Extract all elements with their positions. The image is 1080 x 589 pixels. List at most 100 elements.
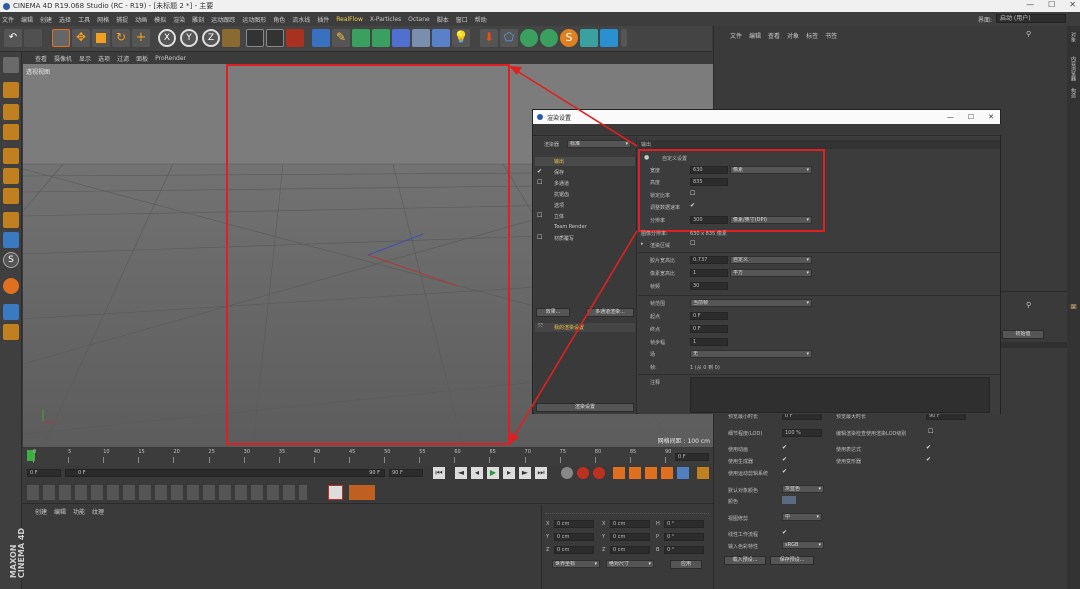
minimize-button[interactable]: — [1026, 0, 1034, 9]
nav-team-render[interactable]: Team Render [554, 224, 587, 230]
make-editable-icon[interactable] [3, 57, 19, 73]
obj-menu-tags[interactable]: 标签 [806, 31, 818, 40]
coord-value-field[interactable]: 0 cm [610, 533, 650, 541]
render-setting-button[interactable]: 渲染设置 [536, 403, 634, 412]
workplane-icon[interactable] [3, 124, 19, 140]
z-axis-icon[interactable]: Z [202, 29, 220, 47]
prev-key-icon[interactable]: ◄ [455, 467, 467, 479]
vp-menu-display[interactable]: 显示 [79, 54, 91, 63]
tool-square-icon[interactable] [600, 29, 618, 47]
menu-create[interactable]: 创建 [40, 15, 52, 24]
octane-icon[interactable]: S [560, 29, 578, 47]
nav-stereo[interactable]: 立体 [554, 213, 564, 220]
coord-apply-button[interactable]: 应用 [670, 560, 702, 569]
obj-menu-bookmarks[interactable]: 书签 [825, 31, 837, 40]
xp-icon-2[interactable] [540, 29, 558, 47]
tab-objects[interactable]: 对象 [1070, 32, 1077, 42]
frame-range-slider[interactable]: 0 F 90 F [65, 469, 385, 477]
nav-save-checkbox[interactable]: ✔ [537, 168, 542, 175]
array-icon[interactable] [372, 29, 390, 47]
points-mode-icon[interactable] [3, 148, 19, 164]
mat-menu-edit[interactable]: 编辑 [54, 507, 66, 516]
use-expressions-checkbox[interactable]: ✔ [926, 444, 931, 451]
color-swatch[interactable] [782, 496, 796, 504]
menu-character[interactable]: 角色 [273, 15, 285, 24]
menu-motion-tracking[interactable]: 运动跟踪 [211, 15, 235, 24]
tab-structure[interactable]: 构造 [1070, 88, 1077, 98]
menu-sculpt[interactable]: 雕刻 [192, 15, 204, 24]
key-param-icon[interactable] [661, 467, 673, 479]
vp-menu-prorender[interactable]: ProRender [155, 55, 186, 62]
menu-octane[interactable]: Octane [408, 16, 430, 23]
goto-start-icon[interactable]: ⏮ [433, 467, 445, 479]
polygons-mode-icon[interactable] [3, 188, 19, 204]
layout-select[interactable]: 启动 (用户) [996, 14, 1066, 23]
timeline-menu-icon[interactable] [697, 467, 709, 479]
model-mode-icon[interactable] [3, 82, 19, 98]
prev-frame-icon[interactable]: ◂ [471, 467, 483, 479]
field-select[interactable]: 无 [690, 350, 812, 358]
nav-material-override-checkbox[interactable]: ☐ [537, 234, 542, 241]
menu-script[interactable]: 脚本 [437, 15, 449, 24]
realflow-icon[interactable]: ⬇ [480, 29, 498, 47]
dialog-minimize-button[interactable]: — [947, 110, 954, 124]
coord-world-select[interactable]: 世界坐标 [552, 560, 600, 568]
move-tool-icon[interactable]: ✥ [72, 29, 90, 47]
menu-tools[interactable]: 工具 [78, 15, 90, 24]
menu-pipeline[interactable]: 流水线 [292, 15, 310, 24]
vp-menu-panel[interactable]: 面板 [136, 54, 148, 63]
render-settings-icon[interactable] [286, 29, 304, 47]
menu-select[interactable]: 选择 [59, 15, 71, 24]
frame-range-select[interactable]: 当前帧 [690, 299, 812, 307]
obj-menu-view[interactable]: 查看 [768, 31, 780, 40]
nav-material-override[interactable]: 材质覆写 [554, 235, 574, 242]
film-ratio-select[interactable]: 自定义 [730, 256, 812, 264]
menu-snap[interactable]: 捕捉 [116, 15, 128, 24]
undo-icon[interactable]: ↶ [4, 29, 22, 47]
coord-value-field[interactable]: 0 cm [610, 546, 650, 554]
light-icon[interactable]: 💡 [452, 29, 470, 47]
menu-file[interactable]: 文件 [2, 15, 14, 24]
vp-menu-filter[interactable]: 过滤 [117, 54, 129, 63]
goto-end-icon[interactable]: ⏭ [535, 467, 547, 479]
solo-hierarchy-icon[interactable] [3, 324, 19, 340]
texture-mode-icon[interactable] [3, 104, 19, 120]
y-axis-icon[interactable]: Y [180, 29, 198, 47]
coord-value-field[interactable]: 0 ° [664, 520, 704, 528]
vp-menu-options[interactable]: 选项 [98, 54, 110, 63]
floor-icon[interactable] [412, 29, 430, 47]
close-button[interactable]: ✕ [1069, 0, 1076, 9]
use-motion-system-checkbox[interactable]: ✔ [782, 468, 787, 475]
tab-content-browser[interactable]: 内容浏览器 [1070, 56, 1077, 81]
frame-step-field[interactable]: 1 [690, 338, 728, 346]
timeline-end-field[interactable]: 0 F [675, 453, 709, 461]
view-clip-select[interactable]: 中 [782, 513, 822, 521]
notes-textarea[interactable] [690, 377, 990, 413]
linear-workflow-checkbox[interactable]: ✔ [782, 529, 787, 536]
default-color-select[interactable]: 灰蓝色 [782, 485, 824, 493]
film-ratio-field[interactable]: 0.737 [690, 256, 728, 264]
subdivision-icon[interactable] [352, 29, 370, 47]
nav-output-row[interactable] [535, 157, 635, 166]
coordinate-system-icon[interactable] [222, 29, 240, 47]
multipass-render-button[interactable]: 多通道渲染... [586, 308, 634, 317]
coord-value-field[interactable]: 0 ° [664, 533, 704, 541]
keyframe-selection-icon[interactable] [593, 467, 605, 479]
mat-menu-function[interactable]: 功能 [73, 507, 85, 516]
obj-menu-object[interactable]: 对象 [787, 31, 799, 40]
start-frame-field[interactable]: 0 F [27, 469, 61, 477]
redo-icon[interactable] [24, 29, 42, 47]
pixel-ratio-field[interactable]: 1 [690, 269, 728, 277]
my-render-setting-row[interactable] [535, 323, 635, 332]
render-region-checkbox[interactable]: ☐ [690, 240, 695, 247]
mograph-tools-icons[interactable] [27, 485, 307, 500]
lock-workplane-icon[interactable] [3, 278, 19, 294]
dialog-close-button[interactable]: ✕ [988, 110, 994, 124]
next-frame-icon[interactable]: ▸ [503, 467, 515, 479]
key-position-icon[interactable] [613, 467, 625, 479]
menu-window[interactable]: 窗口 [456, 15, 468, 24]
camera-icon[interactable] [432, 29, 450, 47]
nav-antialiasing[interactable]: 抗锯齿 [554, 191, 569, 198]
timeline-ruler[interactable]: 0 5 10 15 20 25 30 35 40 45 50 55 60 65 70 75 80 85 90 0 F [23, 448, 713, 466]
project-default-button[interactable]: 初始值 [1002, 330, 1044, 339]
